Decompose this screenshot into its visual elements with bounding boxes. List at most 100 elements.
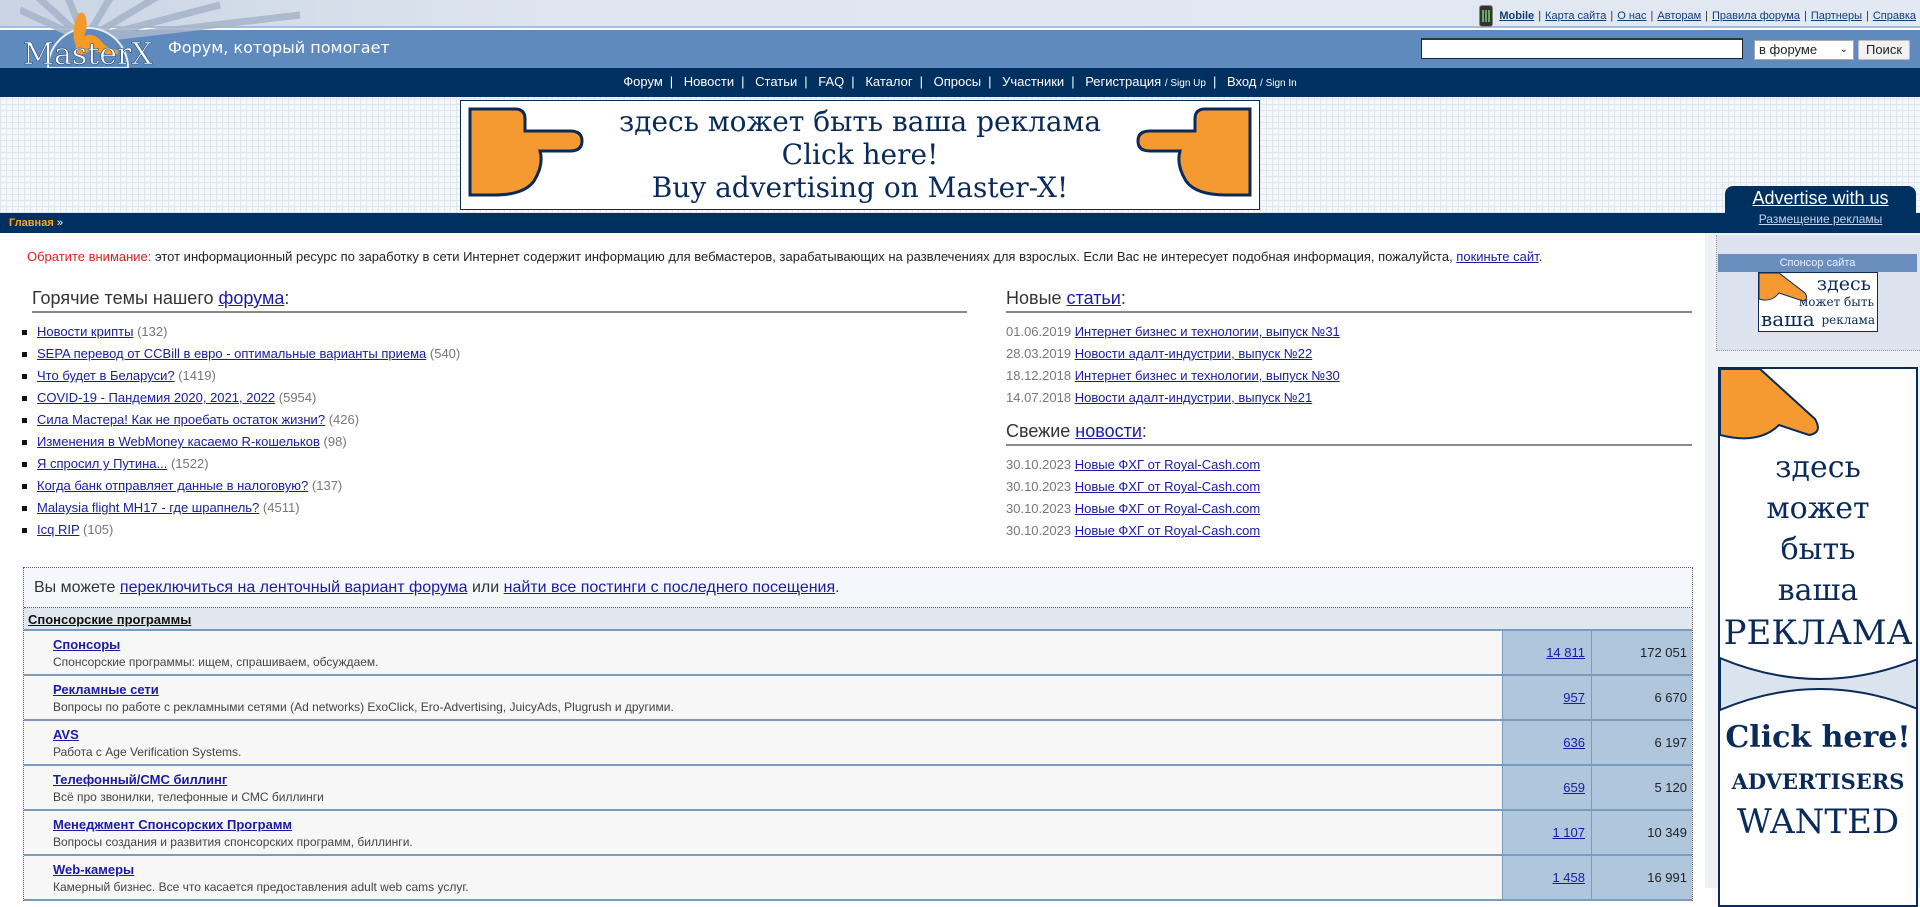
ad-placement-link[interactable]: Размещение рекламы	[1725, 212, 1916, 226]
article-link[interactable]: Интернет бизнес и технологии, выпуск №31	[1075, 324, 1340, 339]
forum-link[interactable]: Рекламные сети	[53, 682, 159, 697]
news-link[interactable]: Новые ФХГ от Royal-Cash.com	[1075, 523, 1261, 538]
forum-link[interactable]: Спонсоры	[53, 637, 120, 652]
nav-forum[interactable]: Форум	[623, 74, 663, 89]
hot-topic-link[interactable]: Что будет в Беларуси?	[37, 368, 175, 383]
hot-topic-link[interactable]: Когда банк отправляет данные в налоговую…	[37, 478, 308, 493]
search-input[interactable]	[1421, 38, 1743, 59]
article-date: 14.07.2018	[1006, 390, 1072, 405]
notice: Обратите внимание: этот информационный р…	[27, 249, 1543, 264]
hot-topic-link[interactable]: Malaysia flight MH17 - где шрапнель?	[37, 500, 259, 515]
posts-count: 6 670	[1591, 676, 1692, 719]
reply-count: (132)	[137, 324, 168, 339]
site-slogan: Форум, который помогает	[168, 38, 390, 57]
article-date: 28.03.2019	[1006, 346, 1072, 361]
forum-link[interactable]: AVS	[53, 727, 79, 742]
breadcrumb-home[interactable]: Главная	[9, 217, 54, 229]
nav-articles[interactable]: Статьи	[755, 74, 797, 89]
hot-topic-link[interactable]: COVID-19 - Пандемия 2020, 2021, 2022	[37, 390, 275, 405]
advertising-banner[interactable]: здесь может быть ваша реклама Click here…	[460, 100, 1260, 210]
news-item: 30.10.2023 Новые ФХГ от Royal-Cash.com	[1006, 498, 1692, 520]
article-link[interactable]: Новости адалт-индустрии, выпуск №21	[1075, 390, 1313, 405]
nav-polls[interactable]: Опросы	[934, 74, 981, 89]
topics-count-link[interactable]: 1 458	[1552, 870, 1585, 885]
news-link[interactable]: Новые ФХГ от Royal-Cash.com	[1075, 501, 1261, 516]
posts-count: 5 120	[1591, 766, 1692, 809]
top-links: Mobile | Карта сайта | О нас | Авторам | Пра…	[1479, 5, 1916, 27]
pointing-hand-icon	[1136, 107, 1252, 197]
topics-count-link[interactable]: 659	[1563, 780, 1585, 795]
link-partners[interactable]: Партнеры	[1811, 10, 1862, 22]
nav-members[interactable]: Участники	[1002, 74, 1064, 89]
link-about[interactable]: О нас	[1617, 10, 1646, 22]
sidebar-big-ad[interactable]: здесь может быть ваша РЕКЛАМА Click here…	[1718, 367, 1918, 907]
fresh-news: Свежие новости: 30.10.2023 Новые ФХГ от …	[1006, 421, 1692, 542]
article-link[interactable]: Интернет бизнес и технологии, выпуск №30	[1075, 368, 1340, 383]
hot-topic-link[interactable]: Изменения в WebMoney касаемо R-кошельков	[37, 434, 320, 449]
forum-link[interactable]: Менеджмент Спонсорских Программ	[53, 817, 292, 832]
reply-count: (1522)	[171, 456, 209, 471]
category-link[interactable]: Спонсорские программы	[28, 612, 191, 627]
articles-link[interactable]: статьи	[1067, 288, 1121, 308]
link-authors[interactable]: Авторам	[1657, 10, 1701, 22]
nav-login[interactable]: Вход / Sign In	[1227, 74, 1297, 89]
site-logo[interactable]: MasterX	[20, 0, 350, 68]
nav-faq[interactable]: FAQ	[818, 74, 844, 89]
sponsor-ad[interactable]: здесь может быть ваша реклама	[1758, 272, 1878, 332]
forum-description: Вопросы создания и развития спонсорских …	[53, 835, 413, 849]
hot-topic-link[interactable]: Новости крипты	[37, 324, 133, 339]
hot-topic-link[interactable]: Я спросил у Путина...	[37, 456, 167, 471]
topics-count-link[interactable]: 636	[1563, 735, 1585, 750]
forum-row: Телефонный/СМС биллинг Всё про звонилки, …	[24, 766, 1692, 811]
nav-news[interactable]: Новости	[684, 74, 734, 89]
advertise-link[interactable]: Advertise with us	[1725, 188, 1916, 209]
feed-view-link[interactable]: переключиться на ленточный вариант форум…	[120, 579, 468, 596]
forum-link[interactable]: Телефонный/СМС биллинг	[53, 772, 227, 787]
hot-topic-item: Изменения в WebMoney касаемо R-кошельков…	[22, 431, 967, 453]
hot-topic-link[interactable]: Icq RIP	[37, 522, 79, 537]
article-item: 18.12.2018 Интернет бизнес и технологии,…	[1006, 365, 1692, 387]
forum-link[interactable]: форума	[219, 288, 285, 308]
topics-count-link[interactable]: 957	[1563, 690, 1585, 705]
hot-topic-link[interactable]: Сила Мастера! Как не проебать остаток жи…	[37, 412, 325, 427]
new-posts-link[interactable]: найти все постинги с последнего посещени…	[504, 579, 836, 596]
news-link[interactable]: Новые ФХГ от Royal-Cash.com	[1075, 479, 1261, 494]
news-item: 30.10.2023 Новые ФХГ от Royal-Cash.com	[1006, 454, 1692, 476]
forum-link[interactable]: Web-камеры	[53, 862, 134, 877]
forum-description: Камерный бизнес. Все что касается предос…	[53, 880, 469, 894]
nav-catalog[interactable]: Каталог	[865, 74, 912, 89]
reply-count: (5954)	[278, 390, 317, 405]
article-link[interactable]: Новости адалт-индустрии, выпуск №22	[1075, 346, 1313, 361]
posts-count: 172 051	[1591, 631, 1692, 674]
link-rules[interactable]: Правила форума	[1712, 10, 1800, 22]
svg-text:MasterX: MasterX	[23, 37, 153, 68]
chevron-down-icon: ⌄	[1839, 44, 1848, 55]
nav-register[interactable]: Регистрация / Sign Up	[1085, 74, 1206, 89]
advertise-tab: Advertise with us Размещение рекламы	[1725, 186, 1916, 233]
search-button[interactable]: Поиск	[1858, 40, 1910, 60]
hot-topic-item: Когда банк отправляет данные в налоговую…	[22, 475, 967, 497]
forum-cell: Телефонный/СМС биллинг Всё про звонилки, …	[24, 766, 1502, 809]
article-date: 01.06.2019	[1006, 324, 1072, 339]
main-nav: Форум | Новости | Статьи | FAQ | Каталог | Оп…	[0, 68, 1920, 97]
hot-topic-item: Icq RIP (105)	[22, 519, 967, 541]
hot-topic-link[interactable]: SEPA перевод от CCBill в евро - оптималь…	[37, 346, 426, 361]
forum-description: Спонсорские программы: ищем, спрашиваем,…	[53, 655, 379, 669]
link-mobile[interactable]: Mobile	[1499, 10, 1534, 22]
forum-description: Работа с Age Verification Systems.	[53, 745, 242, 759]
search-scope-select[interactable]: в форуме ⌄	[1754, 40, 1854, 60]
reply-count: (4511)	[262, 500, 300, 515]
leave-site-link[interactable]: покиньте сайт	[1456, 249, 1538, 264]
hot-topic-item: Что будет в Беларуси? (1419)	[22, 365, 967, 387]
topics-count-link[interactable]: 14 811	[1546, 645, 1585, 660]
link-sitemap[interactable]: Карта сайта	[1545, 10, 1606, 22]
link-help[interactable]: Справка	[1873, 10, 1916, 22]
news-link[interactable]: новости	[1075, 421, 1142, 441]
news-link[interactable]: Новые ФХГ от Royal-Cash.com	[1075, 457, 1261, 472]
category-header: Спонсорские программы	[24, 608, 1692, 631]
topics-count-link[interactable]: 1 107	[1552, 825, 1585, 840]
hot-topic-item: Сила Мастера! Как не проебать остаток жи…	[22, 409, 967, 431]
reply-count: (98)	[323, 434, 347, 449]
hot-topic-item: Новости крипты (132)	[22, 321, 967, 343]
forum-row: Web-камеры Камерный бизнес. Все что касае…	[24, 856, 1692, 901]
